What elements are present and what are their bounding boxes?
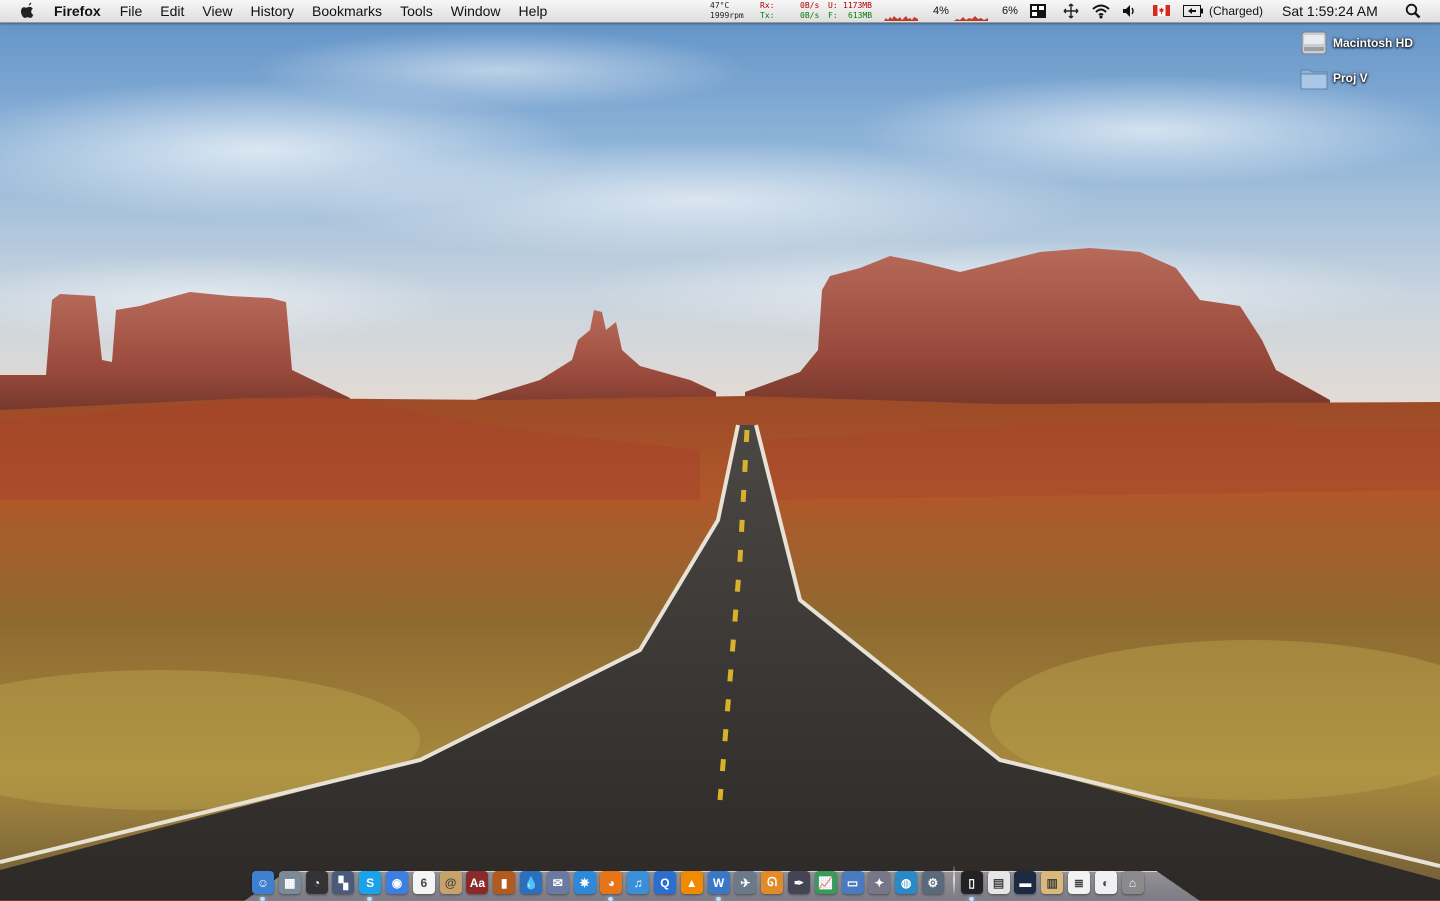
hard-drive-icon <box>1301 31 1327 55</box>
document-icon[interactable]: ▤ <box>987 871 1010 894</box>
firefox-icon[interactable]: ◕ <box>600 871 623 901</box>
dictionary-icon[interactable]: Aa <box>466 871 489 894</box>
desktop-wallpaper <box>0 0 1440 900</box>
activity-graph-icon[interactable] <box>884 12 918 21</box>
fan-speed-readout[interactable]: 1999rpm <box>710 11 744 20</box>
desktop-folder-icon[interactable]: ▬ <box>1014 871 1037 894</box>
memory-free-value[interactable]: 613MB <box>848 11 872 20</box>
swirl-icon[interactable]: ᘏ <box>761 871 784 894</box>
menu-tools[interactable]: Tools <box>391 0 442 22</box>
apple-menu-icon[interactable] <box>20 2 36 20</box>
ical-icon[interactable]: 6 <box>412 871 435 894</box>
menu-edit[interactable]: Edit <box>151 0 193 22</box>
cpu-graph-icon[interactable] <box>954 12 988 21</box>
desktop-icon-proj-v[interactable]: Proj V <box>1300 64 1368 92</box>
volume-icon[interactable] <box>1121 3 1137 19</box>
chart-icon[interactable]: 📈 <box>814 871 837 894</box>
photo-stamp-icon[interactable]: ✉ <box>546 871 569 894</box>
desktop-icon-macintosh-hd[interactable]: Macintosh HD <box>1300 28 1413 58</box>
finder-icon[interactable]: ☺ <box>252 871 274 901</box>
web-document-icon[interactable]: ◐ <box>1094 871 1117 894</box>
menu-bookmarks[interactable]: Bookmarks <box>303 0 391 22</box>
cpu-percent-1[interactable]: 4% <box>933 0 949 22</box>
itunes-icon[interactable]: ♫ <box>627 871 650 894</box>
battery-status[interactable]: (Charged) <box>1209 0 1263 22</box>
rx-label: Rx: <box>760 1 775 10</box>
cpu-percent-2[interactable]: 6% <box>1002 0 1018 22</box>
menubar-clock[interactable]: Sat 1:59:24 AM <box>1282 0 1378 22</box>
pen-tool-icon[interactable]: ✒ <box>787 871 810 894</box>
spaces-icon[interactable]: ▚ <box>332 871 355 894</box>
vlc-icon[interactable]: ▲ <box>680 871 703 894</box>
safari-icon[interactable]: ✵ <box>573 871 596 894</box>
running-indicator <box>260 897 265 901</box>
tx-label: Tx: <box>760 11 775 20</box>
bluetooth-move-icon[interactable] <box>1063 3 1079 19</box>
dock: ☺ ▦ ◔ ▚ S ◉ 6 @ Aa ▮ 💧 ✉ ✵ ◕ ♫ Q ▲ W ✈ ᘏ ✒ 📈 ▭ ✦ ◍ ⚙ ▯ ▤ ▬ ▥ ≣ ◐ ⌂ <box>252 862 1148 901</box>
folder-icon <box>1300 69 1328 90</box>
temperature-readout[interactable]: 47°C <box>710 1 729 10</box>
archive-icon[interactable]: ▥ <box>1041 871 1064 894</box>
spaces-icon[interactable] <box>1029 3 1047 19</box>
preview-icon[interactable]: ▦ <box>278 871 301 894</box>
notebook-icon[interactable]: ▮ <box>493 871 516 894</box>
menu-help[interactable]: Help <box>510 0 557 22</box>
photo-booth-icon[interactable]: ✦ <box>868 871 891 894</box>
spotlight-search-icon[interactable] <box>1405 3 1421 19</box>
desktop-icon-label: Proj V <box>1333 71 1368 85</box>
menu-view[interactable]: View <box>193 0 241 22</box>
address-book-icon[interactable]: @ <box>439 871 462 894</box>
dock-separator[interactable] <box>952 866 955 894</box>
running-indicator <box>968 897 974 901</box>
wifi-icon[interactable] <box>1091 3 1111 19</box>
running-indicator <box>715 897 721 901</box>
text-file-icon[interactable]: ≣ <box>1067 871 1090 894</box>
terminal-icon[interactable]: ▯ <box>960 871 983 901</box>
canada-flag-input-icon[interactable] <box>1153 5 1170 16</box>
trash-icon[interactable]: ⌂ <box>1121 871 1144 894</box>
satellite-icon[interactable]: ✈ <box>734 871 757 894</box>
battery-icon[interactable] <box>1183 5 1203 17</box>
menu-bar: Firefox File Edit View History Bookmarks… <box>0 0 1440 23</box>
rx-rate[interactable]: 0B/s <box>800 1 819 10</box>
memory-used-label: U: <box>828 1 838 10</box>
quicktime-icon[interactable]: Q <box>653 871 676 894</box>
clock-icon[interactable]: ◔ <box>305 871 328 894</box>
menu-list: Firefox File Edit View History Bookmarks… <box>54 0 556 22</box>
skype-icon[interactable]: S <box>359 871 382 901</box>
utility-icon[interactable]: ⚙ <box>921 871 944 894</box>
menu-history[interactable]: History <box>241 0 303 22</box>
desktop-icon-label: Macintosh HD <box>1333 36 1414 50</box>
memory-free-label: F: <box>828 11 838 20</box>
keynote-icon[interactable]: ▭ <box>841 871 864 894</box>
ichat-icon[interactable]: ◉ <box>385 871 408 894</box>
menu-window[interactable]: Window <box>442 0 510 22</box>
menu-file[interactable]: File <box>111 0 152 22</box>
tx-rate[interactable]: 0B/s <box>800 11 819 20</box>
water-drop-icon[interactable]: 💧 <box>519 871 542 894</box>
memory-used-value[interactable]: 1173MB <box>843 1 872 10</box>
menu-app-firefox[interactable]: Firefox <box>54 0 111 22</box>
globe-icon[interactable]: ◍ <box>895 871 918 894</box>
word-icon[interactable]: W <box>707 871 730 901</box>
